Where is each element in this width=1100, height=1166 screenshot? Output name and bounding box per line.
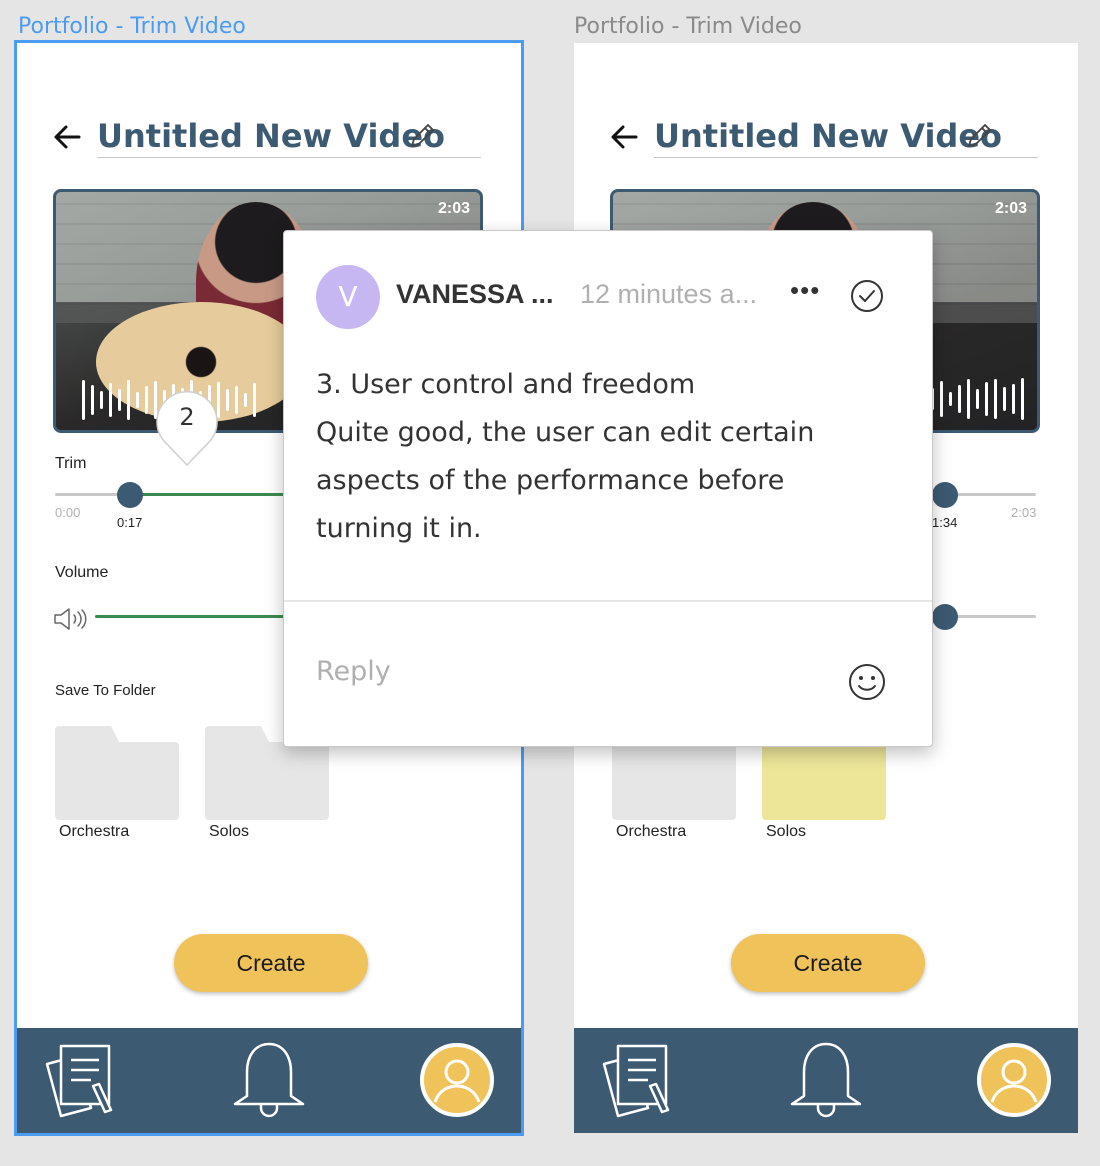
trim-handle-time: 1:34 — [932, 515, 958, 530]
volume-label: Volume — [55, 564, 109, 581]
frame-label[interactable]: Portfolio - Trim Video — [574, 14, 802, 39]
page-title[interactable]: Untitled New Video — [97, 117, 445, 155]
pencil-icon[interactable] — [407, 121, 437, 151]
create-button[interactable]: Create — [174, 934, 368, 992]
trim-start-time: 0:00 — [55, 505, 81, 520]
comment-line: aspects of the performance before — [316, 465, 785, 496]
comment-timestamp: 12 minutes a... — [580, 279, 758, 309]
comment-author: VANESSA ... — [396, 279, 554, 309]
folder-label-orchestra: Orchestra — [616, 823, 687, 840]
trim-end-handle[interactable] — [932, 482, 958, 508]
pencil-icon[interactable] — [964, 121, 994, 151]
avatar[interactable]: V — [316, 265, 380, 329]
speaker-icon[interactable] — [53, 606, 89, 632]
bottom-tab-bar — [17, 1028, 521, 1133]
trim-end-time: 2:03 — [1011, 505, 1037, 520]
video-duration: 2:03 — [437, 200, 470, 217]
check-circle-icon[interactable] — [850, 279, 884, 313]
page-title[interactable]: Untitled New Video — [654, 117, 1002, 155]
document-pen-icon[interactable] — [43, 1042, 119, 1118]
create-button[interactable]: Create — [731, 934, 925, 992]
document-pen-icon[interactable] — [600, 1042, 676, 1118]
folder-orchestra[interactable] — [55, 726, 179, 820]
folder-label-orchestra: Orchestra — [59, 823, 130, 840]
bottom-tab-bar — [574, 1028, 1078, 1133]
more-options-icon[interactable]: ••• — [790, 275, 820, 306]
user-avatar-icon[interactable] — [976, 1042, 1052, 1118]
comment-line: Quite good, the user can edit certain — [316, 417, 815, 448]
folder-label-solos: Solos — [766, 823, 807, 840]
folder-label-solos: Solos — [209, 823, 250, 840]
arrow-left-icon[interactable] — [608, 121, 640, 153]
video-duration: 2:03 — [994, 200, 1027, 217]
reply-input[interactable] — [316, 656, 796, 687]
title-underline — [654, 157, 1038, 158]
divider — [284, 600, 932, 602]
volume-handle[interactable] — [932, 604, 958, 630]
user-avatar-icon[interactable] — [419, 1042, 495, 1118]
comment-pin[interactable]: 2 — [154, 387, 220, 467]
trim-start-handle[interactable] — [117, 482, 143, 508]
smiley-icon[interactable] — [848, 663, 886, 701]
comment-popup: V VANESSA ... 12 minutes a... ••• 3. Use… — [283, 230, 933, 747]
bell-icon[interactable] — [231, 1042, 307, 1118]
comment-line: turning it in. — [316, 513, 482, 544]
trim-label: Trim — [55, 455, 87, 472]
comment-line: 3. User control and freedom — [316, 369, 696, 400]
title-underline — [97, 157, 481, 158]
bell-icon[interactable] — [788, 1042, 864, 1118]
arrow-left-icon[interactable] — [51, 121, 83, 153]
frame-label[interactable]: Portfolio - Trim Video — [18, 14, 246, 39]
save-folder-label: Save To Folder — [55, 682, 156, 699]
trim-handle-time: 0:17 — [117, 515, 143, 530]
comment-body: 3. User control and freedom Quite good, … — [316, 361, 906, 553]
